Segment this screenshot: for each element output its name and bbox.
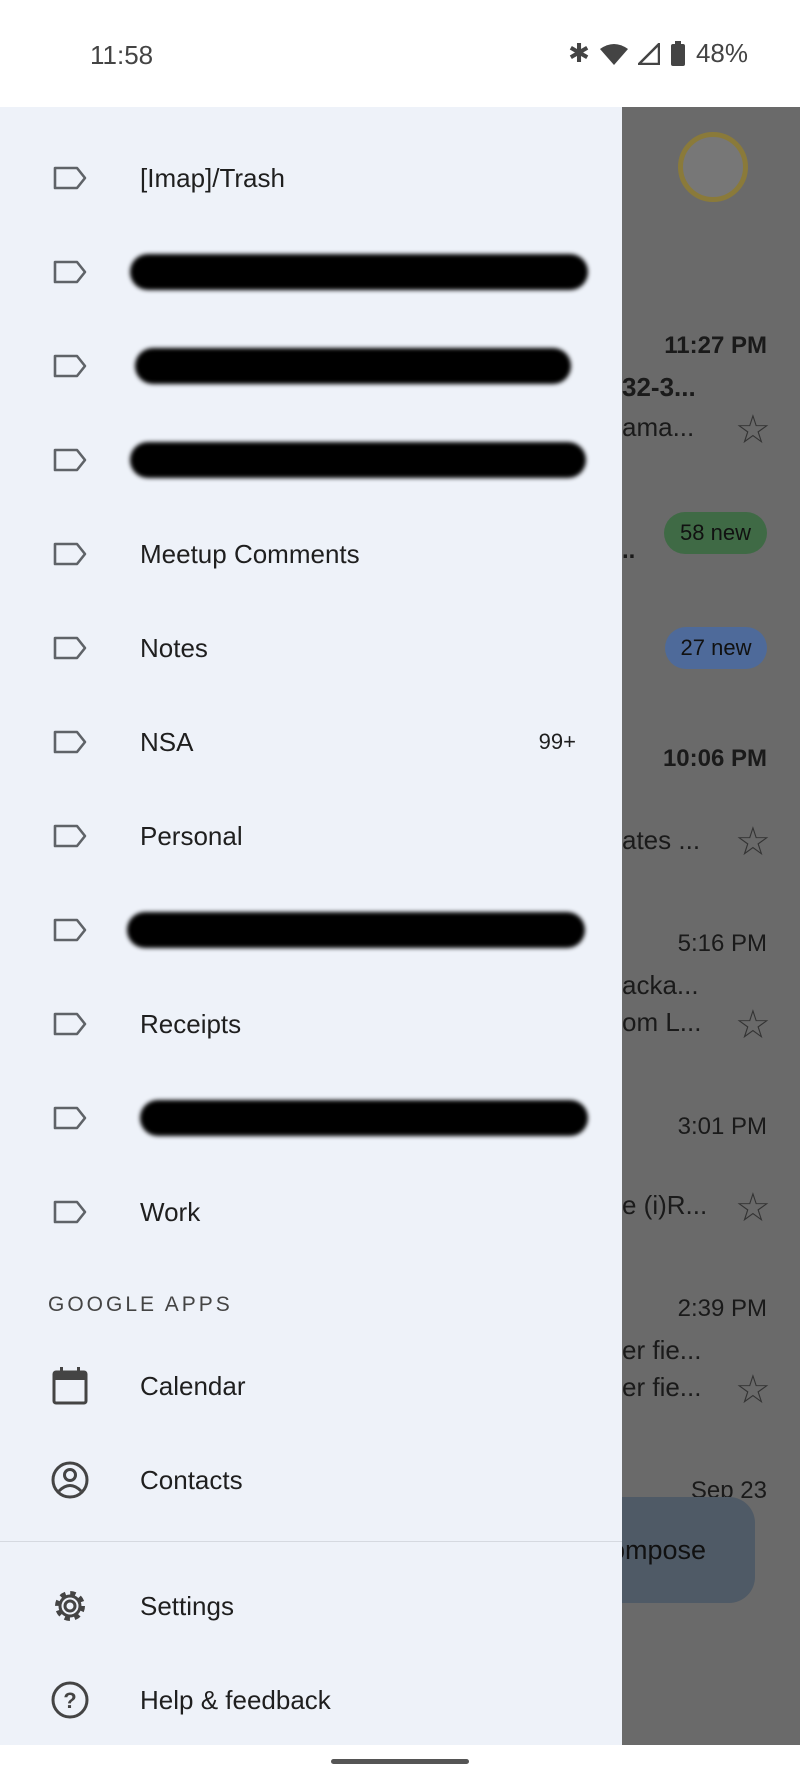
help-icon: ? bbox=[50, 1680, 90, 1720]
label-name: Work bbox=[140, 1196, 201, 1227]
redacted-label bbox=[130, 442, 586, 478]
email-snippet: ates ... bbox=[622, 825, 701, 855]
drawer-label-item[interactable] bbox=[0, 890, 622, 970]
drawer-item-calendar[interactable]: Calendar bbox=[0, 1346, 622, 1426]
redacted-label bbox=[127, 912, 585, 948]
drawer-label-item[interactable]: Personal bbox=[0, 796, 622, 876]
label-icon bbox=[50, 252, 90, 292]
item-label: Settings bbox=[140, 1590, 234, 1621]
drawer-label-item[interactable]: Meetup Comments bbox=[0, 514, 622, 594]
gear-icon bbox=[50, 1586, 90, 1626]
account-avatar[interactable] bbox=[678, 132, 748, 202]
new-badge: 27 new bbox=[665, 627, 767, 669]
label-icon bbox=[50, 816, 90, 856]
battery-percent: 48% bbox=[695, 38, 748, 68]
wifi-icon bbox=[599, 43, 628, 65]
star-icon[interactable]: ☆ bbox=[735, 1367, 771, 1413]
email-time: 11:27 PM bbox=[664, 332, 767, 359]
redacted-label bbox=[140, 1100, 588, 1136]
star-icon[interactable]: ☆ bbox=[735, 1185, 771, 1231]
email-snippet: er fie... bbox=[622, 1335, 702, 1365]
item-label: Help & feedback bbox=[140, 1684, 331, 1715]
status-bar: 11:58 ✱ 48% bbox=[0, 0, 800, 107]
contacts-icon bbox=[50, 1460, 90, 1500]
redacted-label bbox=[135, 348, 571, 384]
drawer-label-item[interactable]: [Imap]/Trash bbox=[0, 138, 622, 218]
item-label: Contacts bbox=[140, 1464, 243, 1495]
label-icon bbox=[50, 158, 90, 198]
battery-icon bbox=[670, 40, 685, 66]
drawer-label-item[interactable]: Work bbox=[0, 1172, 622, 1252]
label-name: [Imap]/Trash bbox=[140, 162, 285, 193]
email-time: 10:06 PM bbox=[662, 745, 767, 772]
drawer-item-contacts[interactable]: Contacts bbox=[0, 1440, 622, 1520]
label-icon bbox=[50, 1004, 90, 1044]
label-icon bbox=[50, 534, 90, 574]
drawer-label-item[interactable] bbox=[0, 1078, 622, 1158]
drawer-item-help[interactable]: ? Help & feedback bbox=[0, 1660, 622, 1740]
drawer-label-item[interactable]: Notes bbox=[0, 608, 622, 688]
email-time: 3:01 PM bbox=[677, 1113, 767, 1140]
signal-icon bbox=[637, 42, 660, 65]
drawer-item-settings[interactable]: Settings bbox=[0, 1566, 622, 1646]
svg-text:?: ? bbox=[63, 1688, 76, 1713]
compose-label: ompose bbox=[610, 1534, 707, 1565]
drawer-label-item[interactable] bbox=[0, 232, 622, 312]
gesture-bar[interactable] bbox=[331, 1759, 469, 1764]
item-label: Calendar bbox=[140, 1370, 246, 1401]
drawer-label-item[interactable] bbox=[0, 420, 622, 500]
label-icon bbox=[50, 722, 90, 762]
google-apps-header: GOOGLE APPS bbox=[48, 1293, 233, 1316]
label-icon bbox=[50, 910, 90, 950]
label-icon bbox=[50, 440, 90, 480]
status-icons: ✱ 48% bbox=[568, 38, 748, 69]
bluetooth-icon: ✱ bbox=[568, 38, 590, 68]
label-icon bbox=[50, 1098, 90, 1138]
label-icon bbox=[50, 628, 90, 668]
drawer-label-item[interactable]: NSA 99+ bbox=[0, 702, 622, 782]
navigation-drawer: [Imap]/Trash Meetup Comments Notes NSA 99+ Pe… bbox=[0, 107, 622, 1745]
email-snippet: om L... bbox=[622, 1007, 702, 1037]
email-snippet: ama... bbox=[622, 412, 695, 442]
email-time: 2:39 PM bbox=[677, 1295, 767, 1322]
email-snippet: acka... bbox=[622, 970, 699, 1000]
redacted-label bbox=[130, 254, 588, 290]
label-icon bbox=[50, 1192, 90, 1232]
label-name: Notes bbox=[140, 632, 208, 663]
label-name: Meetup Comments bbox=[140, 538, 360, 569]
email-snippet: er fie... bbox=[622, 1372, 702, 1402]
label-name: Personal bbox=[140, 820, 243, 851]
new-badge: 58 new bbox=[664, 512, 767, 554]
label-name: Receipts bbox=[140, 1008, 242, 1039]
email-time: 5:16 PM bbox=[677, 930, 767, 957]
email-snippet: 32-3... bbox=[622, 372, 696, 402]
status-time: 11:58 bbox=[90, 40, 154, 70]
star-icon[interactable]: ☆ bbox=[735, 819, 771, 865]
email-snippet: e (i)R... bbox=[622, 1190, 708, 1220]
divider bbox=[0, 1541, 622, 1542]
label-name: NSA bbox=[140, 726, 194, 757]
drawer-label-item[interactable]: Receipts bbox=[0, 984, 622, 1064]
label-icon bbox=[50, 346, 90, 386]
unread-count: 99+ bbox=[538, 729, 576, 754]
calendar-icon bbox=[50, 1366, 90, 1406]
email-snippet: .. bbox=[622, 537, 636, 564]
star-icon[interactable]: ☆ bbox=[735, 407, 771, 453]
star-icon[interactable]: ☆ bbox=[735, 1002, 771, 1048]
drawer-label-item[interactable] bbox=[0, 326, 622, 406]
